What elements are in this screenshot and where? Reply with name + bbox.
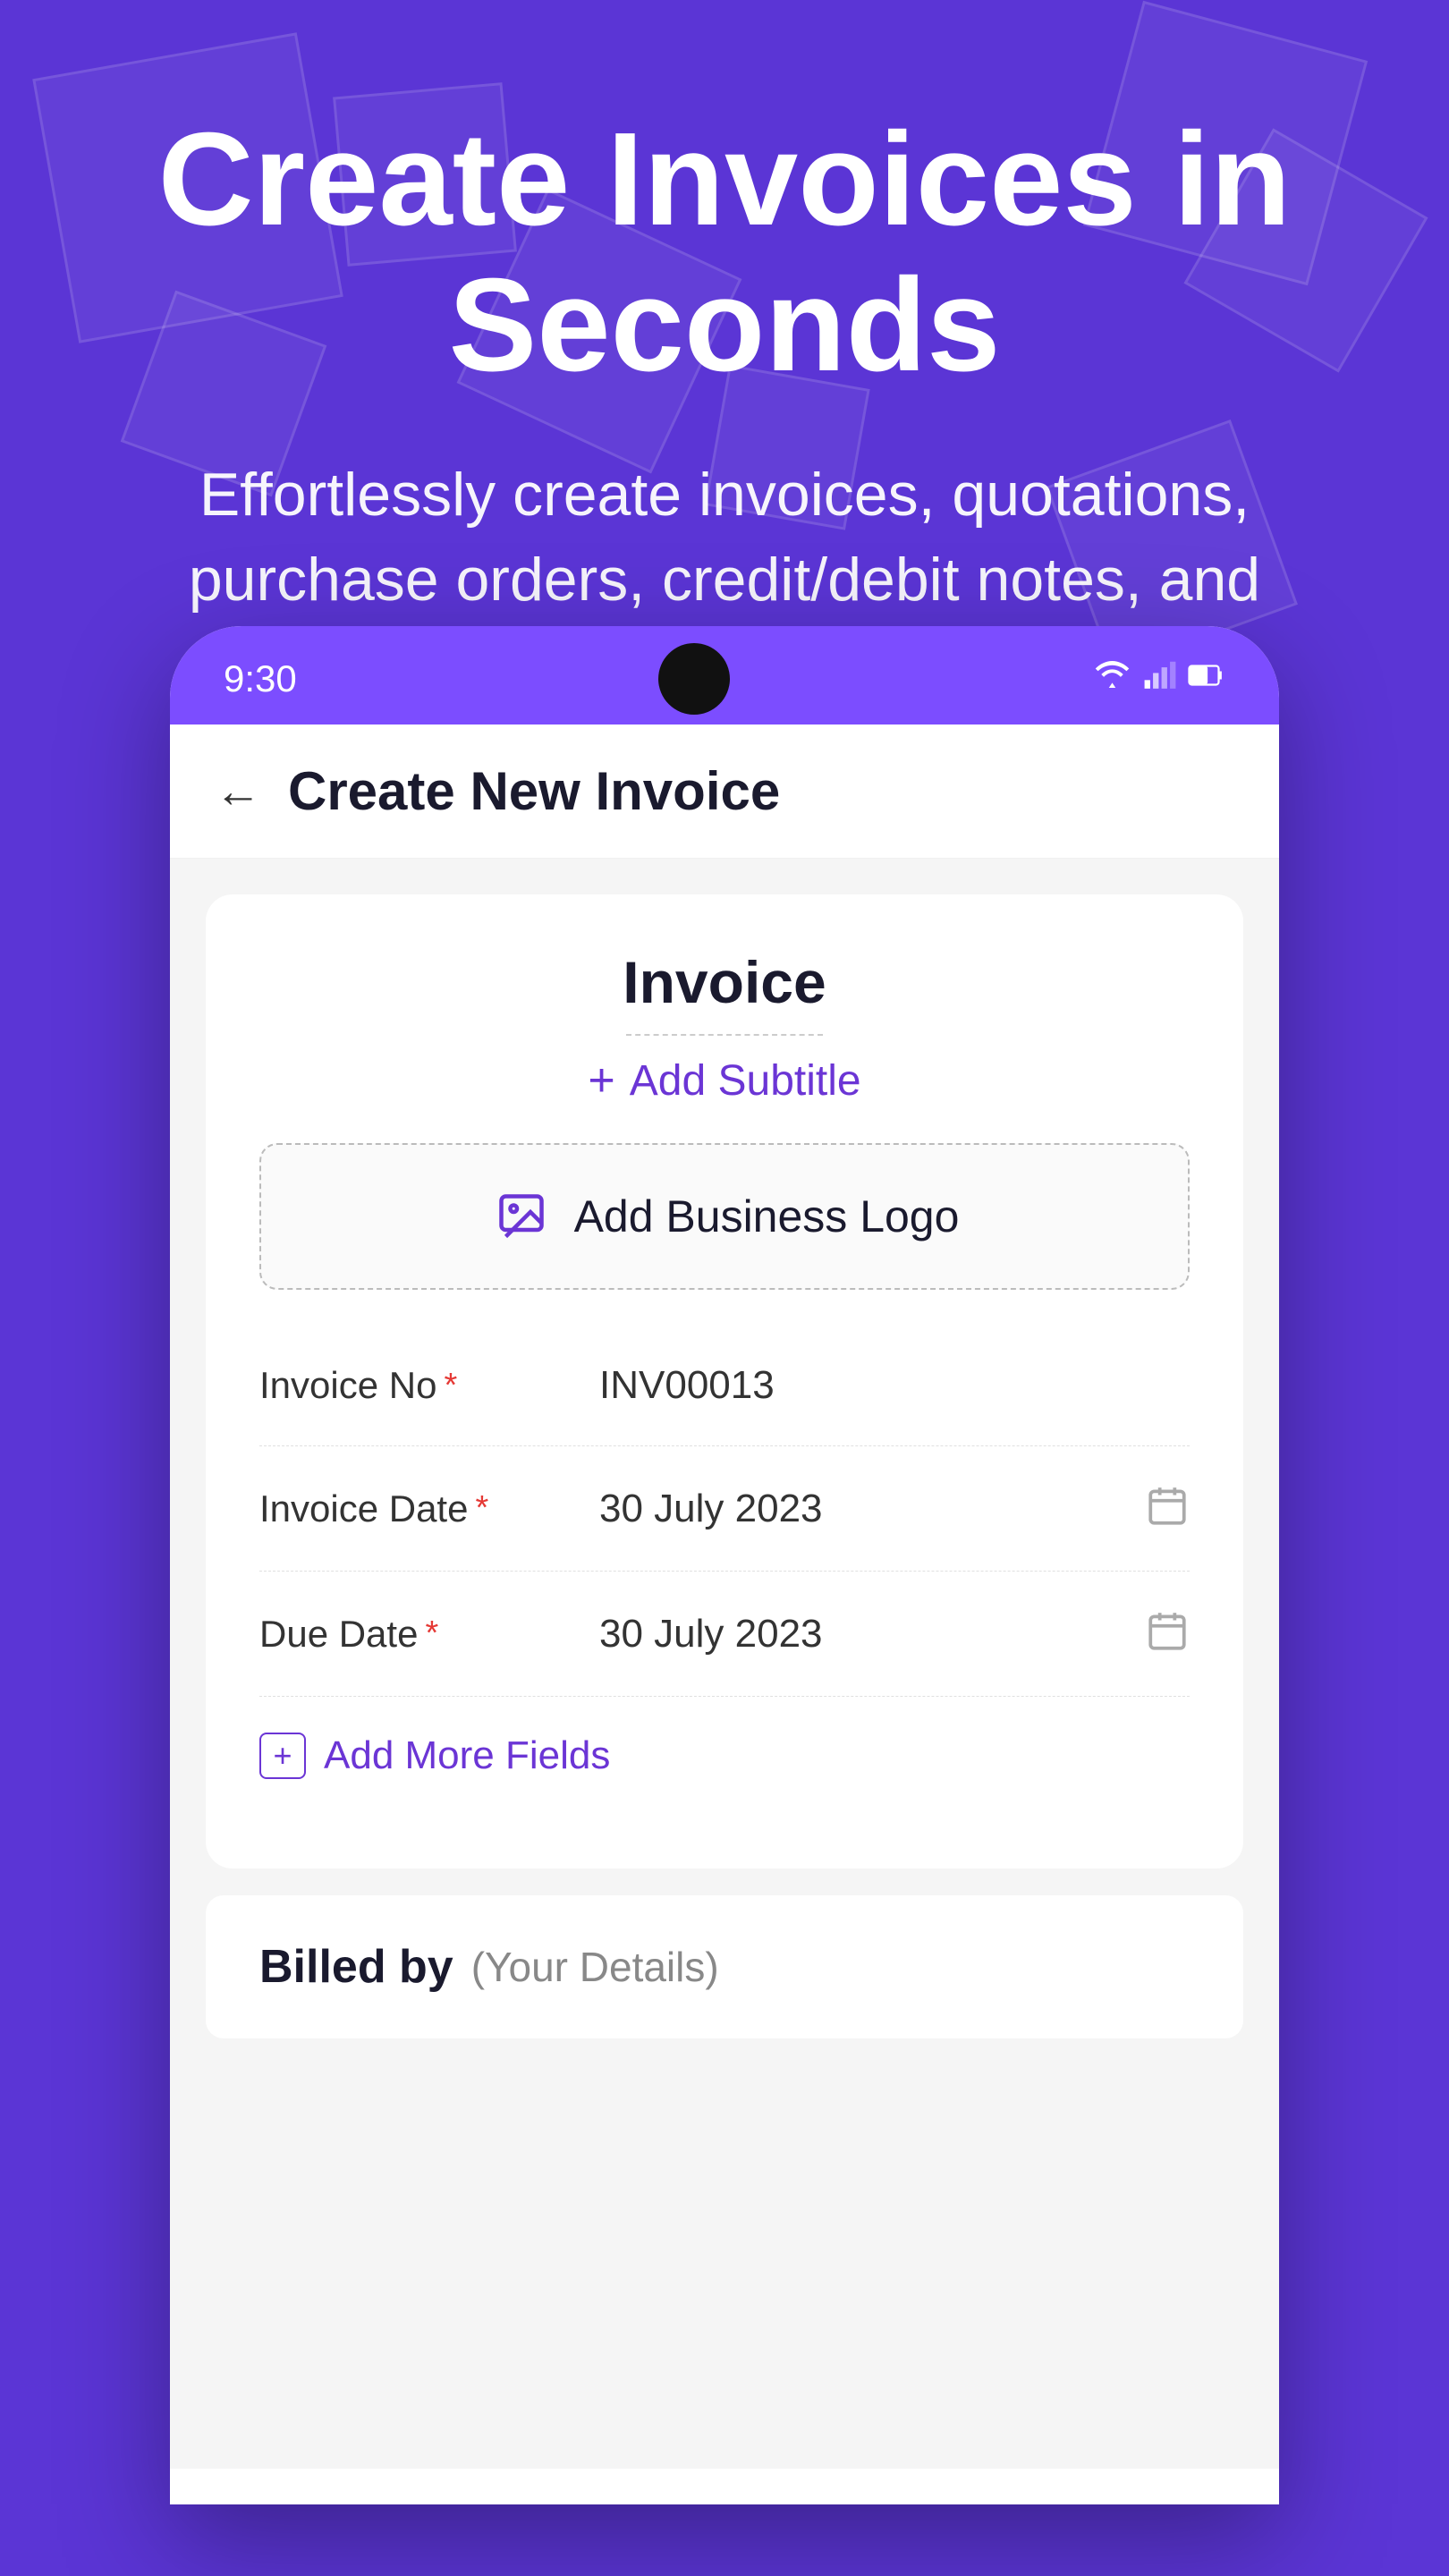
hero-title: Create Invoices in Seconds <box>89 107 1360 399</box>
wifi-icon <box>1092 657 1132 700</box>
required-indicator-2: * <box>475 1489 488 1528</box>
app-header: ← Create New Invoice <box>170 724 1279 859</box>
due-date-field: Due Date * 30 July 2023 <box>259 1572 1190 1697</box>
invoice-type-title: Invoice <box>259 948 1190 1016</box>
invoice-no-label: Invoice No * <box>259 1364 581 1407</box>
image-icon <box>490 1190 553 1243</box>
invoice-no-field: Invoice No * INV00013 <box>259 1326 1190 1446</box>
status-time: 9:30 <box>224 657 297 700</box>
due-date-value[interactable]: 30 July 2023 <box>581 1612 1145 1657</box>
due-date-label: Due Date * <box>259 1613 581 1656</box>
status-icons <box>1092 657 1225 700</box>
battery-icon <box>1188 660 1225 699</box>
required-indicator: * <box>444 1367 457 1405</box>
calendar-icon-due-date[interactable] <box>1145 1609 1190 1658</box>
calendar-icon-invoice-date[interactable] <box>1145 1484 1190 1533</box>
add-more-fields-label: Add More Fields <box>324 1733 610 1778</box>
invoice-date-field: Invoice Date * 30 July 2023 <box>259 1446 1190 1572</box>
plus-icon: + <box>588 1054 614 1107</box>
billed-by-title: Billed by <box>259 1940 453 1994</box>
page-title: Create New Invoice <box>288 760 780 822</box>
logo-upload-button[interactable]: Add Business Logo <box>259 1143 1190 1290</box>
add-more-fields-button[interactable]: + Add More Fields <box>259 1697 1190 1815</box>
invoice-no-value[interactable]: INV00013 <box>581 1363 1190 1408</box>
signal-icon <box>1143 657 1177 700</box>
required-indicator-3: * <box>425 1614 438 1653</box>
invoice-card: Invoice + Add Subtitle Add Business Logo <box>206 894 1243 1868</box>
form-area: Invoice + Add Subtitle Add Business Logo <box>170 859 1279 2469</box>
add-logo-label: Add Business Logo <box>574 1191 960 1242</box>
status-bar: 9:30 <box>170 626 1279 724</box>
camera-cutout <box>658 643 730 715</box>
add-subtitle-button[interactable]: + Add Subtitle <box>259 1054 1190 1107</box>
add-subtitle-label: Add Subtitle <box>630 1056 861 1106</box>
billed-by-header: Billed by (Your Details) <box>259 1940 1190 1994</box>
invoice-header: Invoice + Add Subtitle <box>259 948 1190 1107</box>
billed-by-section: Billed by (Your Details) <box>206 1895 1243 2038</box>
phone-screen: 9:30 <box>170 626 1279 2504</box>
billed-by-subtitle: (Your Details) <box>471 1943 719 1991</box>
add-more-icon: + <box>259 1733 306 1779</box>
phone-mockup: 9:30 <box>170 626 1279 2504</box>
invoice-date-label: Invoice Date * <box>259 1487 581 1530</box>
invoice-date-value[interactable]: 30 July 2023 <box>581 1487 1145 1531</box>
back-button[interactable]: ← <box>215 765 261 818</box>
subtitle-divider <box>626 1034 823 1036</box>
